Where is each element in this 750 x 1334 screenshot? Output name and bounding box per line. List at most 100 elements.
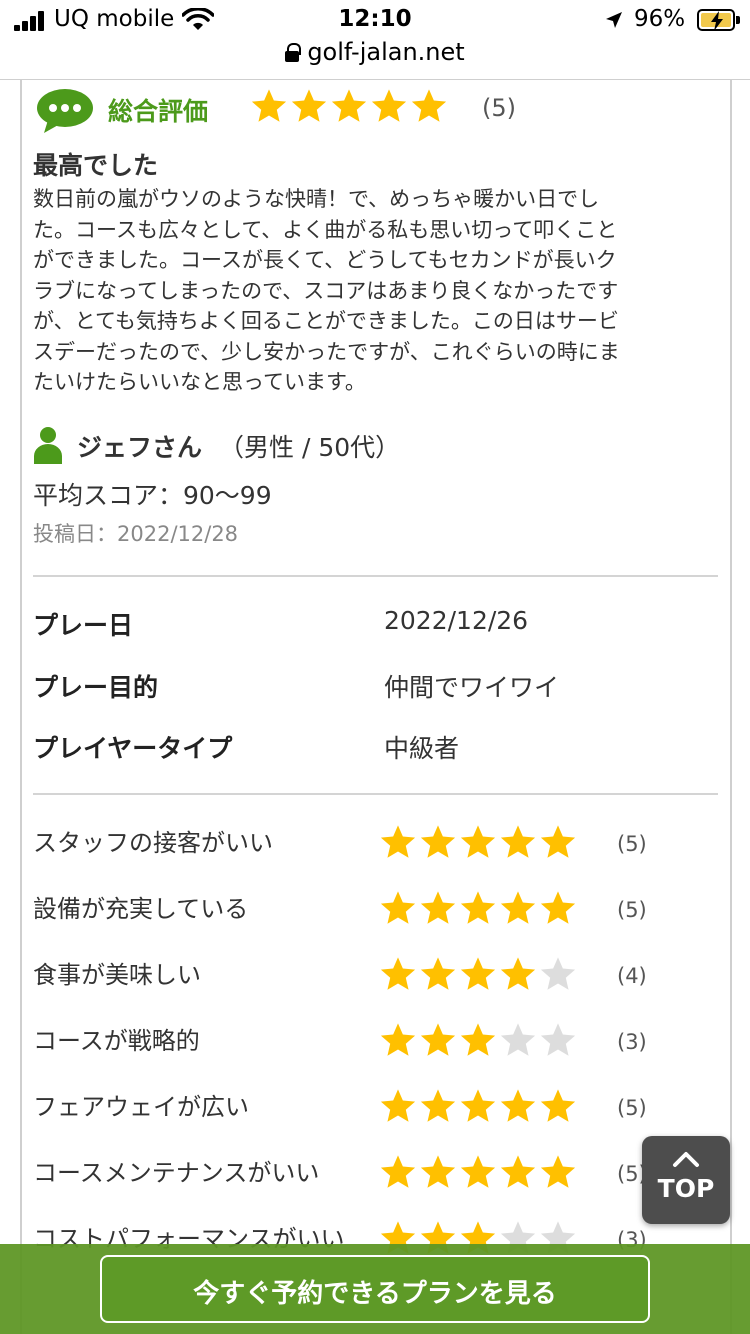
star-filled-icon xyxy=(500,891,536,924)
info-value: 2022/12/26 xyxy=(384,606,529,635)
rating-count: (5) xyxy=(617,1096,647,1120)
reviewer-name: ジェフさん xyxy=(77,433,203,462)
review-line: スデーだったので、少し安かったですが、これぐらいの時にま xyxy=(33,339,620,364)
star-filled-icon xyxy=(420,825,456,858)
review-line: た。コースも広々として、よく曲がる私も思い切って叩くこと xyxy=(33,217,618,242)
star-filled-icon xyxy=(420,891,456,924)
rating-stars xyxy=(379,1154,579,1190)
star-filled-icon xyxy=(460,1089,496,1122)
scroll-to-top-label: TOP xyxy=(657,1174,715,1203)
star-filled-icon xyxy=(500,825,536,858)
star-filled-icon xyxy=(411,89,447,122)
rating-label: コースが戦略的 xyxy=(33,1027,200,1055)
rating-count: (5) xyxy=(617,832,647,856)
info-row-play-purpose: プレー目的 仲間でワイワイ xyxy=(33,668,723,708)
rating-row: スタッフの接客がいい (5) xyxy=(33,824,723,868)
star-filled-icon xyxy=(380,825,416,858)
rating-row: コースが戦略的 (3) xyxy=(33,1022,723,1066)
info-value: 中級者 xyxy=(384,734,460,763)
star-filled-icon xyxy=(540,1089,576,1122)
star-filled-icon xyxy=(460,1023,496,1056)
star-filled-icon xyxy=(331,89,367,122)
rating-row: フェアウェイが広い (5) xyxy=(33,1088,723,1132)
info-row-player-type: プレイヤータイプ 中級者 xyxy=(33,729,723,769)
rating-label: コースメンテナンスがいい xyxy=(33,1159,320,1187)
battery-charging-icon xyxy=(697,9,735,31)
rating-row: 設備が充実している (5) xyxy=(33,890,723,934)
star-empty-icon xyxy=(540,957,576,990)
review-title: 最高でした xyxy=(33,151,159,180)
star-filled-icon xyxy=(460,891,496,924)
rating-label: 食事が美味しい xyxy=(33,961,201,989)
reviewer-info: ジェフさん （男性 / 50代） xyxy=(33,424,733,466)
address-bar[interactable]: golf-jalan.net xyxy=(0,38,750,66)
overall-rating-label: 総合評価 xyxy=(108,97,209,126)
view-plans-label: 今すぐ予約できるプランを見る xyxy=(193,1279,557,1309)
rating-stars xyxy=(379,956,579,992)
url-text: golf-jalan.net xyxy=(307,38,465,66)
rating-stars xyxy=(379,824,579,860)
rating-label: スタッフの接客がいい xyxy=(33,829,273,857)
reviewer-demographics: （男性 / 50代） xyxy=(219,433,401,462)
info-label: プレイヤータイプ xyxy=(33,734,233,763)
overall-rating: 総合評価 (5) xyxy=(36,88,736,134)
status-bar: UQ mobile 12:10 96% golf-jalan.net xyxy=(0,0,750,80)
scroll-to-top-button[interactable]: TOP xyxy=(642,1136,730,1224)
rating-label: フェアウェイが広い xyxy=(33,1093,249,1121)
star-filled-icon xyxy=(540,1155,576,1188)
chevron-up-icon xyxy=(673,1152,699,1167)
review-line: たいけたらいいなと思っています。 xyxy=(33,370,366,394)
star-filled-icon xyxy=(500,1089,536,1122)
star-filled-icon xyxy=(380,1155,416,1188)
star-filled-icon xyxy=(420,957,456,990)
divider xyxy=(33,575,718,577)
star-filled-icon xyxy=(371,89,407,122)
rating-stars xyxy=(379,1022,579,1058)
person-icon xyxy=(34,427,62,464)
rating-count: (3) xyxy=(617,1030,647,1054)
rating-row: 食事が美味しい (4) xyxy=(33,956,723,1000)
battery-tip xyxy=(736,16,740,24)
overall-rating-count: (5) xyxy=(482,94,516,122)
star-filled-icon xyxy=(460,1155,496,1188)
star-empty-icon xyxy=(540,1023,576,1056)
speech-bubble-icon xyxy=(37,89,93,133)
rating-stars xyxy=(379,890,579,926)
view-plans-button[interactable]: 今すぐ予約できるプランを見る xyxy=(100,1255,650,1323)
battery-percentage: 96% xyxy=(634,6,686,32)
star-filled-icon xyxy=(380,1023,416,1056)
star-filled-icon xyxy=(460,957,496,990)
info-label: プレー目的 xyxy=(33,673,159,702)
star-filled-icon xyxy=(380,891,416,924)
star-filled-icon xyxy=(540,825,576,858)
star-filled-icon xyxy=(460,825,496,858)
info-row-play-date: プレー日 2022/12/26 xyxy=(33,606,723,646)
info-label: プレー日 xyxy=(33,611,134,640)
lock-icon xyxy=(285,43,302,62)
rating-stars xyxy=(379,1088,579,1124)
average-score: 平均スコア：90〜99 xyxy=(33,481,272,510)
review-line: ラブになってしまったので、スコアはあまり良くなかったです xyxy=(33,278,619,303)
rating-count: (4) xyxy=(617,964,647,988)
overall-star-rating xyxy=(250,88,450,124)
rating-label: 設備が充実している xyxy=(33,895,249,923)
star-filled-icon xyxy=(500,957,536,990)
star-filled-icon xyxy=(500,1155,536,1188)
review-line: が、とても気持ちよく回ることができました。この日はサービ xyxy=(33,309,619,333)
star-filled-icon xyxy=(291,89,327,122)
review-body: 数日前の嵐がウソのような快晴！で、めっちゃ暖かい日でし た。コースも広々として、… xyxy=(33,184,713,398)
rating-row: コースメンテナンスがいい (5) xyxy=(33,1154,723,1198)
star-filled-icon xyxy=(251,89,287,122)
review-line: ができました。コースが長くて、どうしてもセカンドが長いク xyxy=(33,248,617,272)
post-date: 投稿日：2022/12/28 xyxy=(33,522,239,546)
star-filled-icon xyxy=(380,957,416,990)
star-filled-icon xyxy=(420,1089,456,1122)
star-filled-icon xyxy=(380,1089,416,1122)
star-filled-icon xyxy=(420,1155,456,1188)
info-value: 仲間でワイワイ xyxy=(384,673,560,702)
star-filled-icon xyxy=(540,891,576,924)
divider xyxy=(33,793,718,795)
star-filled-icon xyxy=(420,1023,456,1056)
review-line: 数日前の嵐がウソのような快晴！で、めっちゃ暖かい日でし xyxy=(33,187,600,211)
star-empty-icon xyxy=(500,1023,536,1056)
